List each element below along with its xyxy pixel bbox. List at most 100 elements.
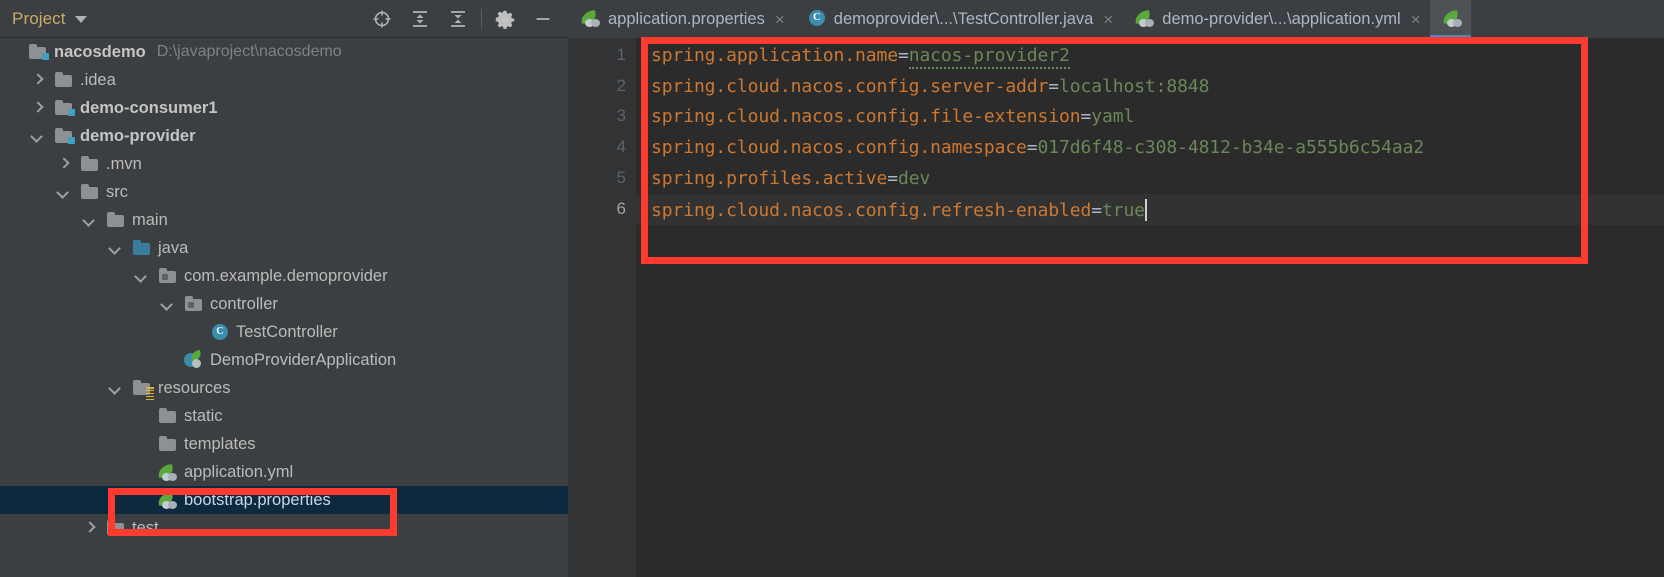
java-class-icon: C: [806, 10, 826, 28]
tree-row[interactable]: demo-provider: [0, 122, 568, 150]
line-number: 6: [616, 198, 626, 218]
tree-row-label: java: [158, 238, 189, 257]
tree-row[interactable]: .mvn: [0, 150, 568, 178]
expand-all-icon[interactable]: [401, 0, 439, 38]
editor-tab[interactable]: Cdemoprovider\...\TestController.java ×: [794, 0, 1122, 38]
editor-code-area[interactable]: spring.application.name=nacos-provider2 s…: [636, 38, 1664, 577]
project-tool-window: Project nacosdemo D:\javaproject\nacosde…: [0, 0, 568, 577]
chevron-right-icon[interactable]: [82, 521, 97, 536]
chevron-right-icon[interactable]: [30, 73, 45, 88]
property-equals: =: [897, 45, 909, 66]
tree-row-label: .mvn: [106, 154, 142, 173]
property-value: nacos-provider2: [908, 45, 1070, 69]
code-line[interactable]: spring.cloud.nacos.config.server-addr=lo…: [651, 76, 1209, 97]
tree-row[interactable]: bootstrap.properties: [0, 486, 568, 514]
tree-row[interactable]: C TestController: [0, 318, 568, 346]
line-number: 1: [616, 45, 626, 64]
project-tree[interactable]: nacosdemo D:\javaproject\nacosdemo .idea de…: [0, 38, 568, 577]
code-line[interactable]: spring.application.name=nacos-provider2: [651, 45, 1070, 69]
chevron-right-icon[interactable]: [56, 157, 71, 172]
property-key: spring.cloud.nacos.config.refresh-enable…: [651, 199, 1092, 221]
project-panel-header: Project: [0, 0, 568, 38]
tree-row[interactable]: .idea: [0, 66, 568, 94]
close-icon[interactable]: ×: [1101, 11, 1113, 28]
chevron-down-icon[interactable]: [56, 185, 71, 200]
close-icon[interactable]: ×: [773, 11, 785, 28]
editor-tab[interactable]: demo-provider\...\application.yml ×: [1122, 0, 1429, 38]
package-icon: [183, 295, 205, 313]
tree-row[interactable]: com.example.demoprovider: [0, 262, 568, 290]
property-value: yaml: [1091, 106, 1135, 128]
chevron-down-icon[interactable]: [108, 241, 123, 256]
tree-row-label: main: [132, 210, 168, 229]
text-caret: [1144, 198, 1147, 221]
tree-row[interactable]: controller: [0, 290, 568, 318]
line-number: 3: [616, 106, 626, 126]
code-line[interactable]: spring.cloud.nacos.config.refresh-enable…: [651, 198, 1147, 221]
property-value: localhost:8848: [1059, 75, 1210, 97]
tree-row[interactable]: static: [0, 402, 568, 430]
tree-row[interactable]: nacosdemo D:\javaproject\nacosdemo: [0, 38, 568, 66]
gear-icon[interactable]: [486, 0, 524, 38]
code-line[interactable]: spring.cloud.nacos.config.file-extension…: [651, 106, 1134, 127]
source-folder-icon: [131, 239, 153, 257]
folder-icon: [79, 155, 101, 173]
property-equals: =: [1026, 137, 1038, 159]
chevron-down-icon[interactable]: [108, 381, 123, 396]
tree-row[interactable]: demo-consumer1: [0, 94, 568, 122]
tree-row-label: src: [106, 182, 128, 201]
editor-tab[interactable]: [1429, 0, 1471, 38]
editor-tab-label: demoprovider\...\TestController.java: [833, 9, 1094, 28]
minimize-icon[interactable]: [524, 0, 562, 38]
close-icon[interactable]: ×: [1409, 11, 1421, 28]
tree-row-label: demo-provider: [80, 126, 196, 145]
tree-row[interactable]: resources: [0, 374, 568, 402]
header-accent-bar: [1, 9, 4, 29]
property-key: spring.cloud.nacos.config.file-extension: [651, 106, 1081, 128]
spring-config-icon: [1441, 10, 1462, 28]
property-value: 017d6f48-c308-4812-b34e-a555b6c54aa2: [1037, 137, 1425, 159]
chevron-down-icon[interactable]: [160, 297, 175, 312]
editor-gutter: 1 2 3 4 5 6: [568, 38, 636, 577]
resources-folder-icon: [131, 379, 154, 401]
chevron-down-icon[interactable]: [82, 213, 97, 228]
chevron-right-icon[interactable]: [30, 101, 45, 116]
code-line[interactable]: spring.profiles.active=dev: [651, 168, 930, 189]
spring-boot-class-icon: [183, 349, 205, 369]
code-line[interactable]: spring.cloud.nacos.config.namespace=017d…: [651, 137, 1424, 158]
locate-icon[interactable]: [363, 0, 401, 38]
module-folder-icon: [53, 99, 75, 117]
chevron-down-icon[interactable]: [30, 129, 45, 144]
tree-row[interactable]: test: [0, 514, 568, 542]
property-key: spring.cloud.nacos.config.namespace: [651, 137, 1027, 159]
tree-row-label: .idea: [80, 70, 116, 89]
tree-row[interactable]: templates: [0, 430, 568, 458]
editor-tab-bar[interactable]: application.properties × Cdemoprovider\...…: [568, 0, 1664, 38]
tree-row-label: TestController: [236, 322, 338, 341]
tree-row[interactable]: src: [0, 178, 568, 206]
tree-row-label: DemoProviderApplication: [210, 350, 397, 369]
folder-icon: [79, 183, 101, 201]
chevron-down-icon[interactable]: [74, 15, 87, 23]
tree-row[interactable]: main: [0, 206, 568, 234]
tree-row[interactable]: DemoProviderApplication: [0, 346, 568, 374]
property-key: spring.application.name: [651, 45, 898, 66]
property-equals: =: [887, 167, 898, 189]
folder-icon: [105, 211, 127, 229]
chevron-down-icon[interactable]: [134, 269, 149, 284]
collapse-all-icon[interactable]: [439, 0, 477, 38]
spring-config-icon: [157, 463, 179, 481]
tree-row[interactable]: application.yml: [0, 458, 568, 486]
tree-row[interactable]: java: [0, 234, 568, 262]
line-number: 5: [616, 167, 626, 187]
idea-window: Project nacosdemo D:\javaproject\nacosde…: [0, 0, 1664, 577]
spring-config-icon: [157, 491, 179, 509]
editor-tab[interactable]: application.properties ×: [568, 0, 794, 38]
tree-row-label: nacosdemo: [54, 42, 146, 61]
